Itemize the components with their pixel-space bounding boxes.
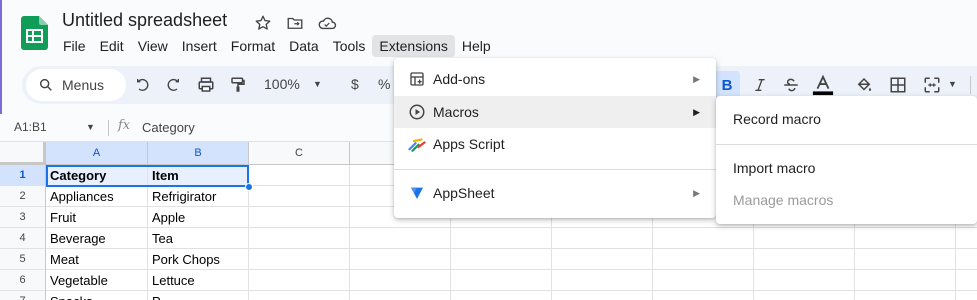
column-header-a[interactable]: A <box>46 142 148 165</box>
document-title[interactable]: Untitled spreadsheet <box>62 10 227 31</box>
move-folder-icon[interactable] <box>284 12 306 34</box>
merge-cells-icon[interactable] <box>919 71 945 99</box>
selection-range <box>46 165 249 187</box>
cell-b5[interactable]: Pork Chops <box>148 249 249 270</box>
select-all-corner[interactable] <box>0 142 46 165</box>
submenu-arrow-icon: ▶ <box>693 106 700 117</box>
currency-format-button[interactable]: $ <box>351 76 359 92</box>
print-icon[interactable] <box>193 71 219 99</box>
percent-format-button[interactable]: % <box>378 76 390 92</box>
cell-a3[interactable]: Fruit <box>46 207 148 228</box>
submenu-divider <box>716 144 977 145</box>
row-header[interactable]: 7 <box>0 291 46 300</box>
zoom-select[interactable]: 100% <box>264 76 300 92</box>
row-header[interactable]: 4 <box>0 228 46 249</box>
undo-icon[interactable] <box>130 71 156 99</box>
cell-a4[interactable]: Beverage <box>46 228 148 249</box>
macros-submenu: Record macro Import macro Manage macros <box>716 96 977 224</box>
cell-a7[interactable]: Snacks <box>46 291 148 300</box>
menu-edit[interactable]: Edit <box>93 35 131 57</box>
menu-file[interactable]: File <box>56 35 93 57</box>
menu-item-label: Macros <box>433 104 479 120</box>
menu-item-apps-script[interactable]: Apps Script <box>394 128 716 160</box>
menu-format[interactable]: Format <box>224 35 282 57</box>
menu-data[interactable]: Data <box>282 35 326 57</box>
menu-divider <box>394 169 716 170</box>
submenu-arrow-icon: ▶ <box>693 187 700 198</box>
name-box[interactable]: A1:B1 <box>14 120 47 134</box>
italic-icon[interactable] <box>747 71 773 99</box>
search-menus-label: Menus <box>62 77 105 93</box>
toolbar-divider <box>970 76 971 94</box>
formula-separator <box>108 120 109 136</box>
cell-b4[interactable]: Tea <box>148 228 249 249</box>
apps-script-icon <box>408 135 426 153</box>
cell-b7[interactable]: P <box>148 291 249 300</box>
search-menus-button[interactable]: Menus <box>26 69 126 101</box>
addons-icon <box>408 70 426 88</box>
strikethrough-icon[interactable] <box>778 71 804 99</box>
row-header[interactable]: 1 <box>0 165 46 186</box>
menu-insert[interactable]: Insert <box>175 35 224 57</box>
menu-item-macros[interactable]: Macros ▶ <box>394 96 716 128</box>
cell-b6[interactable]: Lettuce <box>148 270 249 291</box>
menu-bar: File Edit View Insert Format Data Tools … <box>56 34 498 58</box>
cell-b2[interactable]: Refrigirator <box>148 186 249 207</box>
fill-handle[interactable] <box>245 183 253 191</box>
menu-help[interactable]: Help <box>455 35 498 57</box>
macros-play-icon <box>408 103 426 121</box>
extensions-menu: Add-ons ▶ Macros ▶ Apps Script AppSheet … <box>394 58 716 218</box>
cell-a2[interactable]: Appliances <box>46 186 148 207</box>
sheets-window: Untitled spreadsheet File Edit View Inse… <box>0 0 977 300</box>
cell-a6[interactable]: Vegetable <box>46 270 148 291</box>
menu-item-appsheet[interactable]: AppSheet ▶ <box>394 177 716 209</box>
column-header-b[interactable]: B <box>148 142 249 165</box>
fx-icon: fx <box>118 118 131 133</box>
menu-item-label: AppSheet <box>433 185 495 201</box>
paint-format-icon[interactable] <box>225 71 251 99</box>
fill-color-icon[interactable] <box>851 71 877 99</box>
menu-extensions[interactable]: Extensions <box>372 35 455 57</box>
align-icon[interactable] <box>972 71 977 99</box>
name-box-caret-icon[interactable]: ▼ <box>86 122 95 132</box>
menu-tools[interactable]: Tools <box>326 35 373 57</box>
menu-item-label: Apps Script <box>433 136 505 152</box>
bold-button[interactable]: B <box>714 71 740 99</box>
zoom-caret-icon[interactable]: ▼ <box>313 79 322 89</box>
row-header[interactable]: 3 <box>0 207 46 228</box>
row-header[interactable]: 6 <box>0 270 46 291</box>
manage-macros-item: Manage macros <box>733 192 834 208</box>
title-actions <box>252 12 338 34</box>
menu-item-label: Add-ons <box>433 71 486 87</box>
row-header[interactable]: 5 <box>0 249 46 270</box>
cell-b3[interactable]: Apple <box>148 207 249 228</box>
column-header-c[interactable]: C <box>249 142 350 165</box>
merge-caret-icon[interactable]: ▼ <box>948 79 957 89</box>
import-macro-item[interactable]: Import macro <box>716 152 977 184</box>
redo-icon[interactable] <box>160 71 186 99</box>
formula-input[interactable]: Category <box>142 120 195 135</box>
text-color-icon[interactable] <box>810 71 836 99</box>
menu-item-add-ons[interactable]: Add-ons ▶ <box>394 63 716 95</box>
search-icon <box>39 78 52 91</box>
appsheet-icon <box>408 184 426 202</box>
record-macro-item[interactable]: Record macro <box>716 103 977 135</box>
menu-view[interactable]: View <box>131 35 175 57</box>
star-icon[interactable] <box>252 12 274 34</box>
submenu-arrow-icon: ▶ <box>693 73 700 84</box>
borders-icon[interactable] <box>885 71 911 99</box>
sheets-logo-icon[interactable] <box>21 16 48 50</box>
cell-a5[interactable]: Meat <box>46 249 148 270</box>
cloud-saved-icon[interactable] <box>316 12 338 34</box>
row-header[interactable]: 2 <box>0 186 46 207</box>
